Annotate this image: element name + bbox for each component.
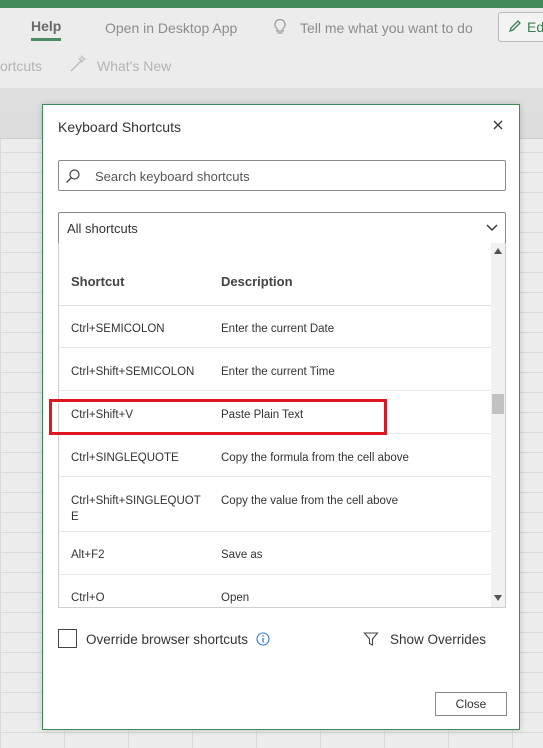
close-button[interactable]: Close xyxy=(435,692,507,716)
table-row: Ctrl+SEMICOLON Enter the current Date xyxy=(59,305,491,348)
dialog-title: Keyboard Shortcuts xyxy=(58,119,181,135)
shortcut-key: Ctrl+Shift+SEMICOLON xyxy=(71,366,195,378)
app-top-strip xyxy=(0,0,543,8)
override-checkbox[interactable] xyxy=(58,629,77,648)
shortcut-description: Enter the current Date xyxy=(221,323,335,335)
open-in-desktop-app-button[interactable]: Open in Desktop App xyxy=(105,20,237,36)
keyboard-shortcuts-dialog: Keyboard Shortcuts All shortcuts Shortcu… xyxy=(42,104,520,730)
override-label: Override browser shortcuts xyxy=(86,632,249,647)
shortcut-description: Enter the current Time xyxy=(221,366,335,378)
edit-button[interactable]: Ed xyxy=(498,12,543,42)
search-input[interactable] xyxy=(93,161,502,192)
shortcut-key: Alt+F2 xyxy=(71,549,105,561)
shortcut-key: Ctrl+Shift+V xyxy=(71,409,133,421)
scroll-up-icon[interactable] xyxy=(494,248,502,254)
shortcut-description: Save as xyxy=(221,549,263,561)
table-row: Alt+F2 Save as xyxy=(59,532,491,575)
shortcut-key: Ctrl+O xyxy=(71,592,105,604)
filter-icon xyxy=(363,632,379,646)
table-row: Ctrl+Shift+SINGLEQUOT E Copy the value f… xyxy=(59,477,491,532)
magic-wand-icon xyxy=(68,54,88,79)
shortcut-description: Copy the value from the cell above xyxy=(221,495,399,507)
table-header: Shortcut Description xyxy=(59,243,491,306)
shortcut-description: Paste Plain Text xyxy=(221,409,304,421)
select-value: All shortcuts xyxy=(67,221,138,236)
column-header-shortcut: Shortcut xyxy=(71,274,125,289)
shortcut-key: Ctrl+Shift+SINGLEQUOT E xyxy=(71,495,201,523)
lightbulb-icon xyxy=(272,18,288,41)
tab-help-underline xyxy=(31,38,61,41)
scrollbar-thumb[interactable] xyxy=(492,394,504,414)
show-overrides-button[interactable]: Show Overrides xyxy=(363,629,493,651)
column-header-description: Description xyxy=(221,274,293,289)
tab-help[interactable]: Help xyxy=(31,18,61,34)
pencil-icon xyxy=(508,20,521,33)
show-overrides-label: Show Overrides xyxy=(390,632,487,647)
search-icon xyxy=(66,169,80,183)
shortcut-key: Ctrl+SEMICOLON xyxy=(71,323,165,335)
keyboard-shortcuts-button[interactable]: ortcuts xyxy=(0,58,42,74)
chevron-down-icon xyxy=(486,224,498,231)
tell-me-search[interactable]: Tell me what you want to do xyxy=(300,20,473,36)
close-icon[interactable] xyxy=(490,117,506,133)
table-scrollbar[interactable] xyxy=(491,243,505,607)
table-row: Ctrl+Shift+V Paste Plain Text xyxy=(59,391,491,434)
shortcut-key: Ctrl+SINGLEQUOTE xyxy=(71,452,179,464)
info-icon[interactable] xyxy=(256,632,270,646)
table-row: Ctrl+SINGLEQUOTE Copy the formula from t… xyxy=(59,434,491,477)
edit-button-label: Ed xyxy=(527,19,543,35)
shortcut-description: Copy the formula from the cell above xyxy=(221,452,409,464)
table-row: Ctrl+O Open xyxy=(59,575,491,607)
table-body: Ctrl+SEMICOLON Enter the current Date Ct… xyxy=(59,305,491,607)
shortcut-description: Open xyxy=(221,592,250,604)
shortcuts-table: Shortcut Description Ctrl+SEMICOLON Ente… xyxy=(58,243,506,608)
whats-new-button[interactable]: What's New xyxy=(97,58,171,74)
search-box xyxy=(58,160,506,192)
scroll-down-icon[interactable] xyxy=(494,595,502,601)
table-row: Ctrl+Shift+SEMICOLON Enter the current T… xyxy=(59,348,491,391)
shortcut-category-select[interactable]: All shortcuts xyxy=(58,212,506,244)
